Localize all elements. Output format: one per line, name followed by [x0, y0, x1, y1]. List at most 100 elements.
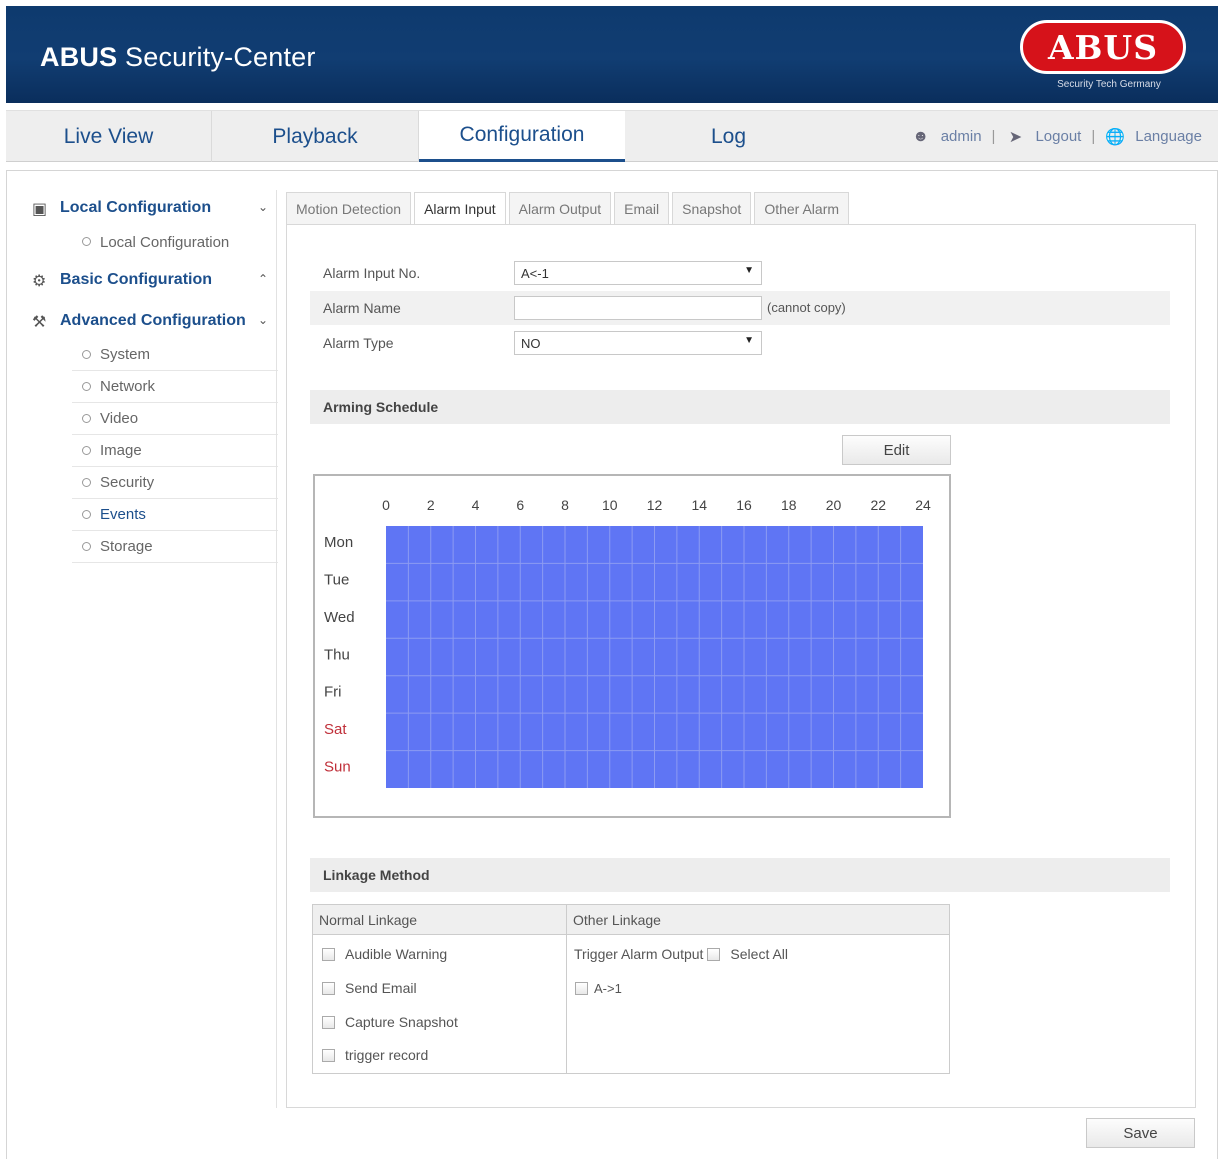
tab-playback[interactable]: Playback	[212, 111, 419, 162]
hour-label: 2	[427, 497, 435, 513]
tab-live-view[interactable]: Live View	[6, 111, 212, 162]
row-alarm-input-no: Alarm Input No. A<-1 ▼	[310, 256, 1170, 290]
output-a1-option[interactable]: A->1	[575, 981, 622, 996]
hour-label: 22	[870, 497, 886, 513]
language-link[interactable]: Language	[1135, 128, 1202, 145]
sidebar-group-advanced[interactable]: ⚒ Advanced Configuration ⌄	[24, 303, 278, 339]
logout-link[interactable]: Logout	[1035, 128, 1081, 145]
bullet-icon	[82, 414, 91, 423]
hour-label: 12	[647, 497, 663, 513]
sidebar-group-label: Basic Configuration	[60, 271, 213, 288]
row-alarm-type: Alarm Type NO ▼	[310, 326, 1170, 360]
day-label-thu: Thu	[324, 646, 350, 663]
hour-label: 14	[691, 497, 707, 513]
subtab-email[interactable]: Email	[614, 192, 670, 225]
separator: |	[991, 128, 996, 145]
trigger-record-option[interactable]: trigger record	[322, 1047, 428, 1063]
sidebar-item-network[interactable]: Network	[72, 371, 278, 403]
abus-logo: ABUS	[1020, 20, 1186, 74]
user-name[interactable]: admin	[941, 128, 982, 145]
schedule-svg: 0 2 4 6 8 10 12 14 16 18 20 22 24MonTueWedThuFriSatS…	[324, 497, 931, 788]
sidebar-group-label: Advanced Configuration	[60, 312, 246, 329]
sidebar-group-local[interactable]: ▣ Local Configuration ⌄	[24, 190, 278, 226]
select-all-checkbox[interactable]	[707, 947, 721, 961]
hour-label: 8	[561, 497, 569, 513]
alarm-type-label: Alarm Type	[323, 335, 394, 351]
alarm-input-no-select[interactable]: A<-1 ▼	[514, 261, 762, 285]
bullet-icon	[82, 478, 91, 487]
chevron-down-icon: ⌄	[257, 313, 268, 327]
sidebar-item-video[interactable]: Video	[72, 403, 278, 435]
sidebar-divider	[276, 190, 277, 1108]
sidebar-item-security[interactable]: Security	[72, 467, 278, 499]
day-label-sun: Sun	[324, 759, 351, 776]
alarm-name-input[interactable]	[514, 296, 762, 320]
subtab-alarm-output[interactable]: Alarm Output	[508, 192, 612, 225]
bullet-icon	[82, 350, 91, 359]
logo-tagline: Security Tech Germany	[1057, 79, 1161, 90]
edit-button[interactable]: Edit	[842, 435, 951, 465]
logo-text: ABUS	[1047, 27, 1159, 67]
subtab-snapshot[interactable]: Snapshot	[672, 192, 752, 225]
sidebar-item-local-configuration[interactable]: Local Configuration	[72, 226, 278, 258]
bullet-icon	[82, 446, 91, 455]
wrench-icon: ⚒	[32, 314, 47, 331]
sidebar-group-basic[interactable]: ⚙ Basic Configuration ⌃	[24, 262, 278, 298]
app-title: ABUS Security-Center	[40, 42, 316, 72]
hour-label: 18	[781, 497, 797, 513]
hour-label: 10	[602, 497, 618, 513]
normal-linkage-header: Normal Linkage	[313, 905, 566, 935]
checkbox[interactable]	[322, 947, 335, 961]
subtab-alarm-input[interactable]: Alarm Input	[414, 192, 506, 225]
sidebar-item-image[interactable]: Image	[72, 435, 278, 467]
sidebar-item-system[interactable]: System	[72, 339, 278, 371]
row-alarm-name: Alarm Name (cannot copy)	[310, 291, 1170, 325]
arming-schedule-header: Arming Schedule	[310, 390, 1170, 424]
bullet-icon	[82, 382, 91, 391]
checkbox[interactable]	[322, 1015, 335, 1029]
separator: |	[1091, 128, 1096, 145]
logout-icon: ➤	[1008, 128, 1023, 146]
dropdown-arrow-icon: ▼	[744, 265, 754, 276]
send-email-option[interactable]: Send Email	[322, 980, 417, 996]
subtab-bar: Motion Detection Alarm Input Alarm Outpu…	[286, 192, 852, 225]
save-button[interactable]: Save	[1086, 1118, 1195, 1148]
hour-label: 4	[472, 497, 480, 513]
chevron-up-icon: ⌃	[257, 272, 268, 286]
subtab-motion-detection[interactable]: Motion Detection	[286, 192, 412, 225]
checkbox[interactable]	[322, 981, 335, 995]
day-label-mon: Mon	[324, 534, 353, 551]
other-linkage-header: Other Linkage	[567, 905, 949, 935]
hour-label: 20	[826, 497, 842, 513]
user-area: ☻ admin | ➤ Logout | 🌐 Language	[911, 111, 1202, 162]
checkbox[interactable]	[575, 982, 588, 995]
audible-warning-option[interactable]: Audible Warning	[322, 946, 447, 962]
capture-snapshot-option[interactable]: Capture Snapshot	[322, 1014, 458, 1030]
tab-log[interactable]: Log	[625, 111, 832, 162]
hour-label: 6	[516, 497, 524, 513]
subtab-other-alarm[interactable]: Other Alarm	[754, 192, 850, 225]
alarm-name-hint: (cannot copy)	[767, 300, 846, 315]
hour-label: 16	[736, 497, 752, 513]
day-label-tue: Tue	[324, 571, 349, 588]
hour-label: 24	[915, 497, 931, 513]
bullet-icon	[82, 237, 91, 246]
arming-schedule-grid[interactable]: 0 2 4 6 8 10 12 14 16 18 20 22 24 Mon Tue Wed Thu Fri Sat S…	[313, 474, 951, 818]
chevron-down-icon: ⌄	[257, 200, 268, 214]
gear-icon: ⚙	[32, 273, 47, 290]
linkage-table: Normal Linkage Other Linkage Audible War…	[312, 904, 950, 1074]
checkbox[interactable]	[322, 1048, 335, 1062]
select-all-label: Select All	[730, 946, 789, 962]
trigger-alarm-output-row: Trigger Alarm Output Select All	[574, 946, 788, 962]
dropdown-arrow-icon: ▼	[744, 335, 754, 346]
alarm-name-label: Alarm Name	[323, 300, 401, 316]
sidebar-item-storage[interactable]: Storage	[72, 531, 278, 563]
alarm-type-select[interactable]: NO ▼	[514, 331, 762, 355]
column-divider	[566, 905, 567, 1073]
day-label-fri: Fri	[324, 684, 342, 701]
sidebar-item-events[interactable]: Events	[72, 499, 278, 531]
tab-configuration[interactable]: Configuration	[419, 111, 625, 162]
alarm-input-no-label: Alarm Input No.	[323, 265, 421, 281]
globe-icon: 🌐	[1105, 128, 1126, 146]
bullet-icon	[82, 542, 91, 551]
